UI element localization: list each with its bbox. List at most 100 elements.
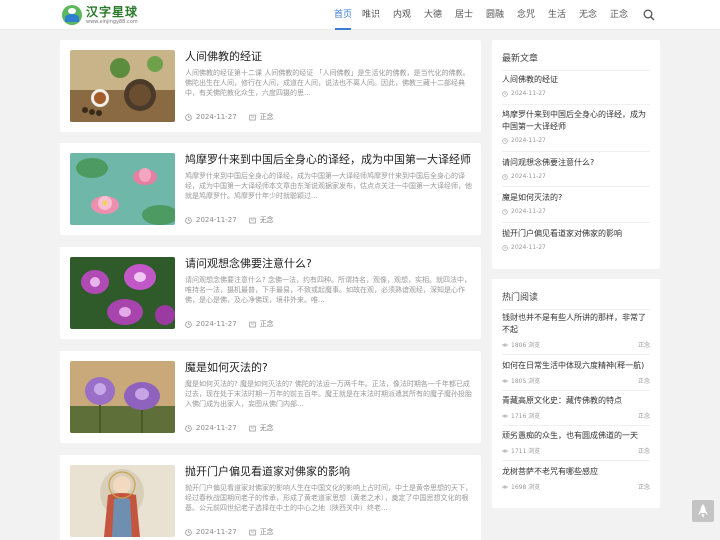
article-category[interactable]: 正念 bbox=[638, 340, 650, 349]
article-date: 2024-11-27 bbox=[511, 173, 546, 180]
nav-item[interactable]: 大德 bbox=[420, 0, 446, 30]
popular-article-item[interactable]: 顽劣愚痴的众生，也有圆成佛道的一天 1711 浏览 正念 bbox=[502, 430, 650, 455]
post-category[interactable]: 正念 bbox=[260, 319, 274, 329]
post-title[interactable]: 请问观想念佛要注意什么? bbox=[185, 257, 475, 271]
post-card[interactable]: 人间佛教的经证 人间佛教的经证第十二课 人间佛教的经证 「人间佛教」是生活化的佛… bbox=[60, 40, 481, 132]
latest-article-item[interactable]: 人间佛教的经证 2024-11-27 bbox=[502, 74, 650, 97]
widget-heading: 热门阅读 bbox=[502, 293, 539, 303]
nav-item-home[interactable]: 首页 bbox=[330, 0, 356, 30]
popular-article-item[interactable]: 钱财也并不是有些人所讲的那样，非常了不起 1806 浏览 正念 bbox=[502, 312, 650, 349]
post-excerpt: 抛开门户偏见看道家对佛家的影响人生在中国文化的影响上占时间，中土是黄帝思想的天下… bbox=[185, 484, 472, 512]
post-excerpt: 鸠摩罗什来到中国后全身心的译经，成为中国第一大译经师鸠摩罗什来到中国后全身心的译… bbox=[185, 172, 472, 200]
popular-reading-widget: 热门阅读 钱财也并不是有些人所讲的那样，非常了不起 1806 浏览 正念 如何在日… bbox=[492, 279, 660, 508]
clock-icon bbox=[502, 173, 508, 180]
site-logo[interactable]: 汉字星球 www.xinjingy88.com bbox=[62, 4, 138, 26]
article-title[interactable]: 魔是如何灭法的? bbox=[502, 192, 650, 204]
latest-article-item[interactable]: 魔是如何灭法的? 2024-11-27 bbox=[502, 192, 650, 215]
post-meta: 2024-11-27 正念 bbox=[185, 112, 274, 122]
clock-icon bbox=[185, 320, 192, 328]
article-title[interactable]: 龙树菩萨不老咒有哪些感应 bbox=[502, 466, 650, 478]
post-thumbnail[interactable] bbox=[70, 153, 175, 225]
post-date: 2024-11-27 bbox=[196, 528, 237, 536]
post-card[interactable]: 抛开门户偏见看道家对佛家的影响 抛开门户偏见看道家对佛家的影响人生在中国文化的影… bbox=[60, 455, 481, 540]
popular-article-item[interactable]: 龙树菩萨不老咒有哪些感应 1698 浏览 正念 bbox=[502, 466, 650, 491]
site-title: 汉字星球 bbox=[86, 4, 139, 19]
post-title[interactable]: 鸠摩罗什来到中国后全身心的译经，成为中国第一大译经师 bbox=[185, 153, 475, 167]
post-category[interactable]: 无念 bbox=[260, 215, 274, 225]
post-card[interactable]: 魔是如何灭法的? 魔是如何灭法的? 魔是如何灭法的? 佛陀的法运一万两千年。正法… bbox=[60, 351, 481, 443]
nav-item[interactable]: 念咒 bbox=[513, 0, 539, 30]
view-count: 1716 浏览 bbox=[511, 413, 541, 420]
back-to-top-button[interactable] bbox=[692, 500, 714, 522]
post-thumbnail[interactable] bbox=[70, 361, 175, 433]
post-title[interactable]: 抛开门户偏见看道家对佛家的影响 bbox=[185, 465, 475, 479]
rocket-icon bbox=[698, 504, 708, 518]
post-card[interactable]: 鸠摩罗什来到中国后全身心的译经，成为中国第一大译经师 鸠摩罗什来到中国后全身心的… bbox=[60, 143, 481, 235]
post-title[interactable]: 魔是如何灭法的? bbox=[185, 361, 475, 375]
folder-icon bbox=[248, 321, 256, 327]
post-date: 2024-11-27 bbox=[196, 320, 237, 328]
nav-item[interactable]: 唯识 bbox=[358, 0, 384, 30]
eye-icon bbox=[502, 379, 508, 382]
post-meta: 2024-11-27 正念 bbox=[185, 527, 274, 537]
view-count: 1806 浏览 bbox=[511, 342, 541, 349]
clock-icon bbox=[185, 528, 192, 536]
clock-icon bbox=[502, 244, 508, 251]
article-date: 2024-11-27 bbox=[511, 208, 546, 215]
post-meta: 2024-11-27 无念 bbox=[185, 423, 274, 433]
site-header: 汉字星球 www.xinjingy88.com 首页 唯识 内观 大德 居士 圆… bbox=[0, 0, 720, 30]
article-category[interactable]: 正念 bbox=[638, 482, 650, 491]
post-title[interactable]: 人间佛教的经证 bbox=[185, 50, 475, 64]
post-thumbnail[interactable] bbox=[70, 50, 175, 122]
logo-icon bbox=[62, 5, 82, 25]
nav-item[interactable]: 圆融 bbox=[482, 0, 508, 30]
article-date: 2024-11-27 bbox=[511, 137, 546, 144]
post-thumbnail[interactable] bbox=[70, 257, 175, 329]
post-meta: 2024-11-27 无念 bbox=[185, 215, 274, 225]
latest-articles-widget: 最新文章 人间佛教的经证 2024-11-27 鸠摩罗什来到中国后全身心的译经，… bbox=[492, 40, 660, 269]
nav-item[interactable]: 居士 bbox=[451, 0, 477, 30]
article-category[interactable]: 正念 bbox=[638, 376, 650, 385]
search-icon[interactable] bbox=[643, 9, 655, 21]
post-category[interactable]: 正念 bbox=[260, 112, 274, 122]
folder-icon bbox=[248, 114, 256, 120]
article-category[interactable]: 正念 bbox=[638, 446, 650, 455]
article-title[interactable]: 鸠摩罗什来到中国后全身心的译经，成为中国第一大译经师 bbox=[502, 109, 650, 133]
site-subtitle: www.xinjingy88.com bbox=[86, 18, 138, 25]
post-date: 2024-11-27 bbox=[196, 113, 237, 121]
view-count: 1698 浏览 bbox=[511, 484, 541, 491]
post-category[interactable]: 无念 bbox=[260, 423, 274, 433]
article-title[interactable]: 请问观想念佛要注意什么? bbox=[502, 157, 650, 169]
latest-article-item[interactable]: 抛开门户偏见看道家对佛家的影响 2024-11-27 bbox=[502, 228, 650, 251]
post-category[interactable]: 正念 bbox=[260, 527, 274, 537]
folder-icon bbox=[248, 529, 256, 535]
latest-article-item[interactable]: 请问观想念佛要注意什么? 2024-11-27 bbox=[502, 157, 650, 180]
article-title[interactable]: 抛开门户偏见看道家对佛家的影响 bbox=[502, 228, 650, 240]
article-category[interactable]: 正念 bbox=[638, 411, 650, 420]
article-title[interactable]: 顽劣愚痴的众生，也有圆成佛道的一天 bbox=[502, 430, 650, 442]
nav-item[interactable]: 无念 bbox=[575, 0, 601, 30]
popular-article-item[interactable]: 青藏高原文化史：藏传佛教的特点 1716 浏览 正念 bbox=[502, 395, 650, 420]
clock-icon bbox=[502, 137, 508, 144]
latest-article-item[interactable]: 鸠摩罗什来到中国后全身心的译经，成为中国第一大译经师 2024-11-27 bbox=[502, 109, 650, 144]
view-count: 1711 浏览 bbox=[511, 448, 541, 455]
post-thumbnail[interactable] bbox=[70, 465, 175, 537]
article-title[interactable]: 钱财也并不是有些人所讲的那样，非常了不起 bbox=[502, 312, 650, 336]
clock-icon bbox=[185, 424, 192, 432]
nav-item[interactable]: 内观 bbox=[389, 0, 415, 30]
clock-icon bbox=[502, 90, 508, 97]
post-excerpt: 请问观想念佛要注意什么? 念佛一法，约有四种。所谓持名，观像，观想，实相。就四法… bbox=[185, 276, 471, 304]
nav-item[interactable]: 生活 bbox=[544, 0, 570, 30]
post-date: 2024-11-27 bbox=[196, 216, 237, 224]
post-date: 2024-11-27 bbox=[196, 424, 237, 432]
article-title[interactable]: 人间佛教的经证 bbox=[502, 74, 650, 86]
view-count: 1805 浏览 bbox=[511, 378, 541, 385]
popular-article-item[interactable]: 如何在日常生活中体现六度精神(释一航) 1805 浏览 正念 bbox=[502, 360, 650, 385]
clock-icon bbox=[185, 113, 192, 121]
article-title[interactable]: 如何在日常生活中体现六度精神(释一航) bbox=[502, 360, 650, 372]
clock-icon bbox=[502, 208, 508, 215]
article-title[interactable]: 青藏高原文化史：藏传佛教的特点 bbox=[502, 395, 650, 407]
article-date: 2024-11-27 bbox=[511, 244, 546, 251]
post-card[interactable]: 请问观想念佛要注意什么? 请问观想念佛要注意什么? 念佛一法，约有四种。所谓持名… bbox=[60, 247, 481, 339]
nav-item[interactable]: 正念 bbox=[606, 0, 632, 30]
